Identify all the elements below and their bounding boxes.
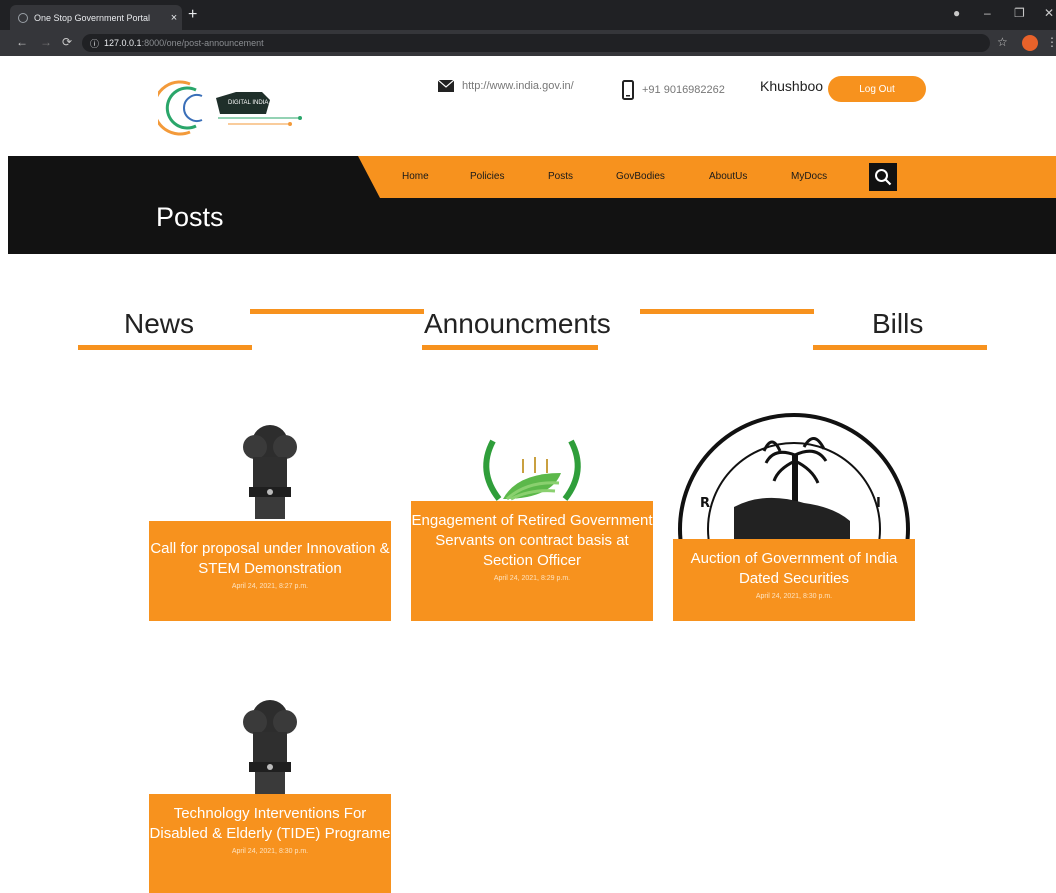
- svg-text:R: R: [700, 496, 710, 511]
- globe-icon: [18, 12, 28, 23]
- nav-home[interactable]: Home: [402, 171, 429, 182]
- phone-number: +91 9016982262: [622, 80, 725, 100]
- search-button[interactable]: [869, 163, 897, 191]
- extension-icon[interactable]: ●: [953, 6, 960, 20]
- post-date: April 24, 2021, 8:29 p.m.: [493, 575, 571, 582]
- nav-aboutus[interactable]: AboutUs: [709, 171, 747, 182]
- phone-text: +91 9016982262: [642, 84, 725, 96]
- url-host: 127.0.0.1: [104, 38, 142, 48]
- phone-icon: [622, 80, 634, 100]
- mail-icon: [438, 80, 454, 92]
- address-bar-row: ← → ⟳ ⓘ 127.0.0.1 :8000/one/post-announc…: [0, 30, 1056, 56]
- post-caption: Technology Interventions For Disabled & …: [149, 794, 391, 893]
- post-date: April 24, 2021, 8:30 p.m.: [755, 593, 833, 600]
- post-image: [149, 686, 391, 796]
- post-title: Engagement of Retired Government Servant…: [411, 512, 653, 569]
- post-date: April 24, 2021, 8:30 p.m.: [231, 848, 309, 855]
- emblem-icon: [243, 425, 297, 519]
- site-logo[interactable]: DIGITAL INDIA: [152, 70, 308, 142]
- post-image: R I: [673, 411, 915, 539]
- close-window-icon[interactable]: ✕: [1044, 6, 1054, 20]
- tab-news[interactable]: News: [124, 308, 194, 340]
- post-card[interactable]: Engagement of Retired Government Servant…: [411, 411, 653, 621]
- post-card[interactable]: Call for proposal under Innovation & STE…: [149, 411, 391, 621]
- post-title: Call for proposal under Innovation & STE…: [150, 540, 390, 577]
- post-title: Auction of Government of India Dated Sec…: [690, 550, 898, 587]
- minimize-icon[interactable]: –: [984, 6, 991, 20]
- bills-underline: [813, 345, 987, 350]
- profile-avatar[interactable]: [1022, 35, 1038, 51]
- url-path: :8000/one/post-announcement: [141, 38, 264, 48]
- announcements-underline: [422, 345, 598, 350]
- nav-policies[interactable]: Policies: [470, 171, 504, 182]
- post-title: Technology Interventions For Disabled & …: [149, 805, 391, 842]
- page-title: Posts: [156, 202, 224, 232]
- post-image: [149, 411, 391, 521]
- tab-bills[interactable]: Bills: [872, 308, 923, 340]
- maximize-icon[interactable]: ❐: [1014, 6, 1025, 20]
- logo-text: DIGITAL INDIA: [228, 100, 268, 106]
- post-caption: Call for proposal under Innovation & STE…: [149, 521, 391, 621]
- url-field[interactable]: ⓘ 127.0.0.1 :8000/one/post-announcement: [82, 34, 990, 52]
- info-icon[interactable]: ⓘ: [90, 37, 99, 50]
- post-caption: Auction of Government of India Dated Sec…: [673, 539, 915, 621]
- tab-announcements[interactable]: Announcments: [424, 308, 611, 340]
- main-nav: Home Policies Posts GovBodies AboutUs My…: [358, 156, 1056, 198]
- news-underline: [78, 345, 252, 350]
- post-card[interactable]: R I Auction of Government of India Dated…: [673, 411, 915, 621]
- news-overline: [250, 309, 424, 314]
- page-banner: Home Policies Posts GovBodies AboutUs My…: [8, 156, 1056, 254]
- post-card[interactable]: Technology Interventions For Disabled & …: [149, 686, 391, 893]
- agriculture-emblem-icon: [483, 439, 581, 501]
- rbi-seal-icon: R I: [678, 413, 910, 539]
- menu-kebab-icon[interactable]: ⋮: [1046, 35, 1056, 49]
- post-date: April 24, 2021, 8:27 p.m.: [231, 583, 309, 590]
- post-caption: Engagement of Retired Government Servant…: [411, 501, 653, 621]
- svg-text:I: I: [876, 496, 881, 511]
- username: Khushboo: [760, 78, 824, 94]
- website-link[interactable]: http://www.india.gov.in/: [438, 80, 574, 92]
- browser-tab-bar: One Stop Government Portal × + ● – ❐ ✕: [0, 0, 1056, 30]
- emblem-icon: [243, 700, 297, 794]
- forward-icon[interactable]: →: [40, 35, 52, 49]
- back-icon[interactable]: ←: [16, 35, 28, 49]
- nav-posts[interactable]: Posts: [548, 171, 573, 182]
- browser-tab[interactable]: One Stop Government Portal ×: [10, 5, 182, 30]
- nav-govbodies[interactable]: GovBodies: [616, 171, 665, 182]
- reload-icon[interactable]: ⟳: [62, 35, 72, 49]
- website-link-text: http://www.india.gov.in/: [462, 80, 574, 92]
- new-tab-button[interactable]: +: [188, 6, 197, 24]
- tab-title: One Stop Government Portal: [34, 12, 151, 23]
- search-icon: [875, 169, 892, 186]
- logout-button[interactable]: Log Out: [828, 76, 926, 102]
- nav-mydocs[interactable]: MyDocs: [791, 171, 827, 182]
- bookmark-star-icon[interactable]: ☆: [997, 35, 1008, 49]
- announcements-overline: [640, 309, 814, 314]
- tab-close-button[interactable]: ×: [166, 12, 182, 24]
